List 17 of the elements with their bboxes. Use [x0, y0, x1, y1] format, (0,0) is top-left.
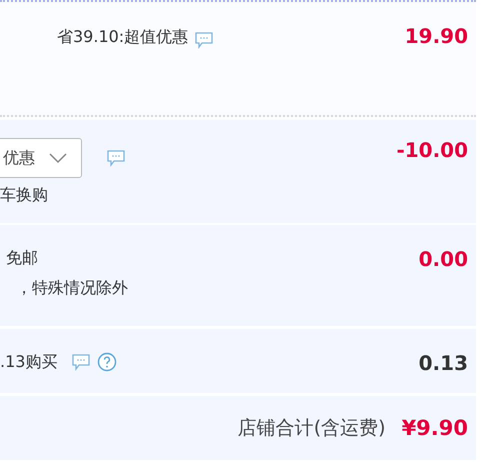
- price: -10.00: [396, 138, 468, 162]
- shipping-note: ，特殊情况除外: [16, 277, 128, 299]
- chevron-down-icon: [49, 152, 67, 164]
- total-price: ¥9.90: [402, 416, 468, 440]
- promotion-dropdown[interactable]: 优惠: [0, 138, 82, 178]
- chat-bubble-icon[interactable]: [194, 30, 214, 50]
- price: 0.00: [418, 247, 468, 271]
- price: 0.13: [418, 351, 468, 375]
- total-label: 店铺合计(含运费): [238, 417, 386, 439]
- points-label: .13购买: [0, 351, 58, 373]
- chat-bubble-icon[interactable]: [71, 352, 92, 372]
- discount-note: 省39.10:超值优惠: [57, 26, 188, 48]
- chat-bubble-icon[interactable]: [106, 148, 126, 168]
- help-icon[interactable]: [97, 352, 118, 372]
- price: 19.90: [404, 24, 468, 48]
- shipping-label: 免邮: [6, 247, 39, 269]
- promotion-note: 车换购: [0, 184, 49, 206]
